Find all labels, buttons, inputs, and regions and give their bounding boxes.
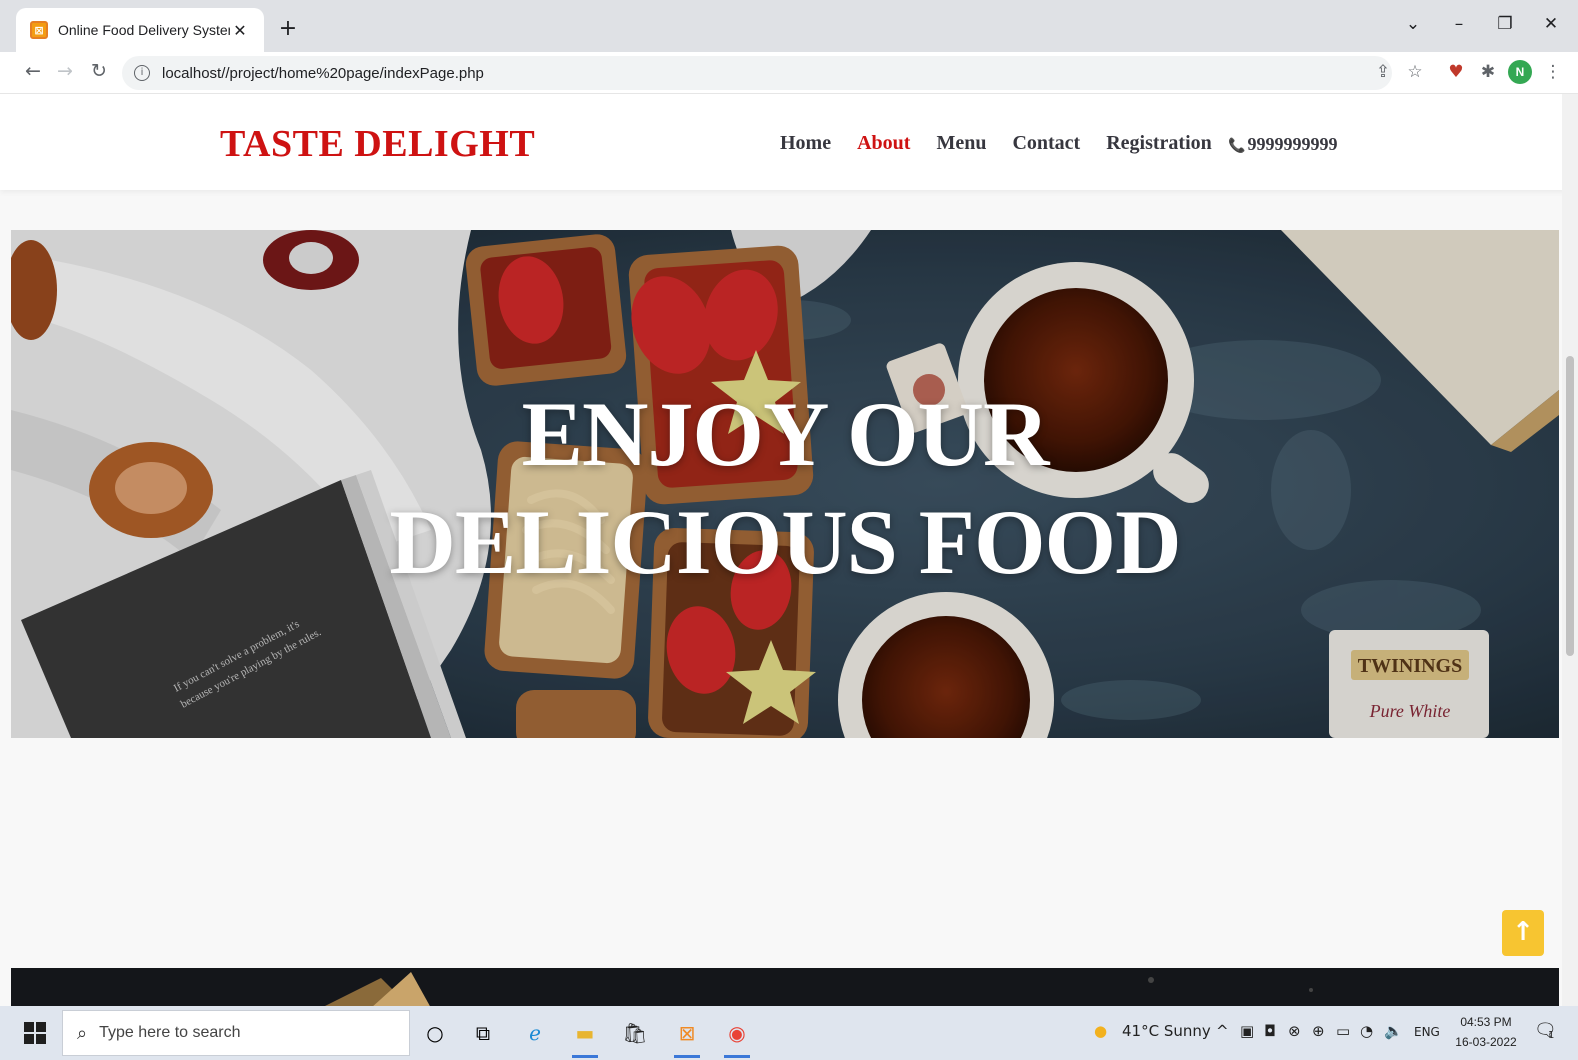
site-logo[interactable]: TASTE DELIGHT: [220, 122, 535, 166]
notification-count: 1: [1548, 1030, 1555, 1041]
language-indicator[interactable]: ENG: [1414, 1025, 1440, 1039]
show-hidden-icons-icon[interactable]: ^: [1216, 1022, 1229, 1040]
address-bar[interactable]: i localhost//project/home%20page/indexPa…: [122, 56, 1392, 90]
microsoft-store-icon[interactable]: 🛍: [620, 1018, 650, 1048]
share-icon[interactable]: ⇪: [1370, 62, 1396, 82]
edge-browser-icon[interactable]: ℯ: [520, 1018, 550, 1048]
tray-sync-icon[interactable]: ⊗: [1288, 1022, 1301, 1040]
taskbar-search-placeholder: Type here to search: [99, 1024, 241, 1041]
tab-search-icon[interactable]: ⌄: [1398, 14, 1428, 34]
bookmark-star-icon[interactable]: ☆: [1402, 62, 1428, 82]
back-arrow-icon[interactable]: ←: [20, 60, 46, 82]
hero-heading-line-1: ENJOY OUR: [521, 383, 1050, 485]
tray-security-icon[interactable]: ⊕: [1312, 1022, 1325, 1040]
profile-avatar[interactable]: N: [1508, 60, 1532, 84]
next-section-banner: [11, 968, 1559, 1006]
phone-icon: 📞: [1228, 138, 1246, 154]
weather-text[interactable]: 41°C Sunny: [1122, 1022, 1211, 1040]
xampp-icon: ⊠: [30, 21, 48, 39]
nav-contact[interactable]: Contact: [1012, 132, 1080, 155]
screen: ⊠ Online Food Delivery System ✕ + ⌄ – ❐ …: [0, 0, 1578, 1060]
nav-about[interactable]: About: [857, 132, 910, 155]
browser-tab[interactable]: ⊠ Online Food Delivery System ✕: [16, 8, 264, 52]
nav-home[interactable]: Home: [780, 132, 831, 155]
extension-pocket-icon[interactable]: ♥: [1443, 62, 1469, 82]
file-explorer-icon[interactable]: ▬: [570, 1018, 600, 1058]
tray-shield-icon[interactable]: ◘: [1264, 1022, 1276, 1040]
search-icon: ⌕: [77, 1022, 88, 1044]
hero-banner: If you can't solve a problem, it's becau…: [11, 230, 1559, 738]
extensions-puzzle-icon[interactable]: ✱: [1475, 62, 1501, 82]
battery-icon[interactable]: ▭: [1336, 1022, 1350, 1040]
windows-taskbar: ⌕ Type here to search ○ ⧉ ℯ ▬ 🛍 ⊠ ◉ ● 41…: [0, 1006, 1578, 1060]
clock-date: 16-03-2022: [1455, 1035, 1517, 1049]
nav-menu[interactable]: Menu: [936, 132, 986, 155]
hero-heading-line-2: DELICIOUS FOOD: [389, 491, 1181, 593]
page-scrollbar[interactable]: [1562, 94, 1578, 1006]
minimize-button[interactable]: –: [1444, 14, 1474, 34]
forward-arrow-icon[interactable]: →: [52, 60, 78, 82]
weather-icon: ●: [1094, 1022, 1108, 1040]
xampp-taskbar-icon[interactable]: ⊠: [672, 1018, 702, 1058]
address-url: localhost//project/home%20page/indexPage…: [162, 64, 484, 82]
next-section-image: [325, 972, 1313, 1006]
site-header: TASTE DELIGHT Home About Menu Contact Re…: [0, 94, 1566, 190]
wifi-icon[interactable]: ◔: [1360, 1022, 1373, 1040]
phone-number[interactable]: 📞 9999999999: [1228, 134, 1337, 155]
maximize-button[interactable]: ❐: [1490, 14, 1520, 34]
scrollbar-thumb[interactable]: [1566, 356, 1574, 656]
new-tab-button[interactable]: +: [276, 16, 300, 41]
site-info-icon[interactable]: i: [134, 65, 150, 81]
phone-text: 9999999999: [1247, 134, 1338, 154]
system-clock[interactable]: 04:53 PM 16-03-2022: [1450, 1012, 1522, 1052]
task-view-icon[interactable]: ⧉: [468, 1018, 498, 1048]
web-page: TASTE DELIGHT Home About Menu Contact Re…: [0, 94, 1578, 1006]
browser-tab-strip: ⊠ Online Food Delivery System ✕ + ⌄ – ❐ …: [0, 0, 1578, 52]
taskbar-search-box[interactable]: ⌕ Type here to search: [62, 1010, 410, 1056]
windows-start-icon[interactable]: [24, 1022, 46, 1044]
volume-icon[interactable]: 🔈: [1384, 1022, 1403, 1040]
main-nav: Home About Menu Contact Registration: [780, 132, 1212, 155]
tray-app-icon[interactable]: ▣: [1240, 1022, 1254, 1040]
chrome-menu-icon[interactable]: ⋮: [1540, 62, 1566, 82]
hero-heading: ENJOY OUR DELICIOUS FOOD: [11, 380, 1559, 596]
reload-icon[interactable]: ↻: [86, 60, 112, 82]
tab-title: Online Food Delivery System: [58, 22, 230, 38]
clock-time: 04:53 PM: [1460, 1015, 1512, 1029]
cortana-icon[interactable]: ○: [420, 1018, 450, 1048]
close-tab-icon[interactable]: ✕: [230, 21, 250, 40]
close-window-button[interactable]: ✕: [1536, 14, 1566, 34]
chrome-taskbar-icon[interactable]: ◉: [722, 1018, 752, 1058]
back-to-top-button[interactable]: ↑: [1502, 910, 1544, 956]
browser-toolbar: ← → ↻ i localhost//project/home%20page/i…: [0, 52, 1578, 94]
nav-registration[interactable]: Registration: [1106, 132, 1212, 155]
